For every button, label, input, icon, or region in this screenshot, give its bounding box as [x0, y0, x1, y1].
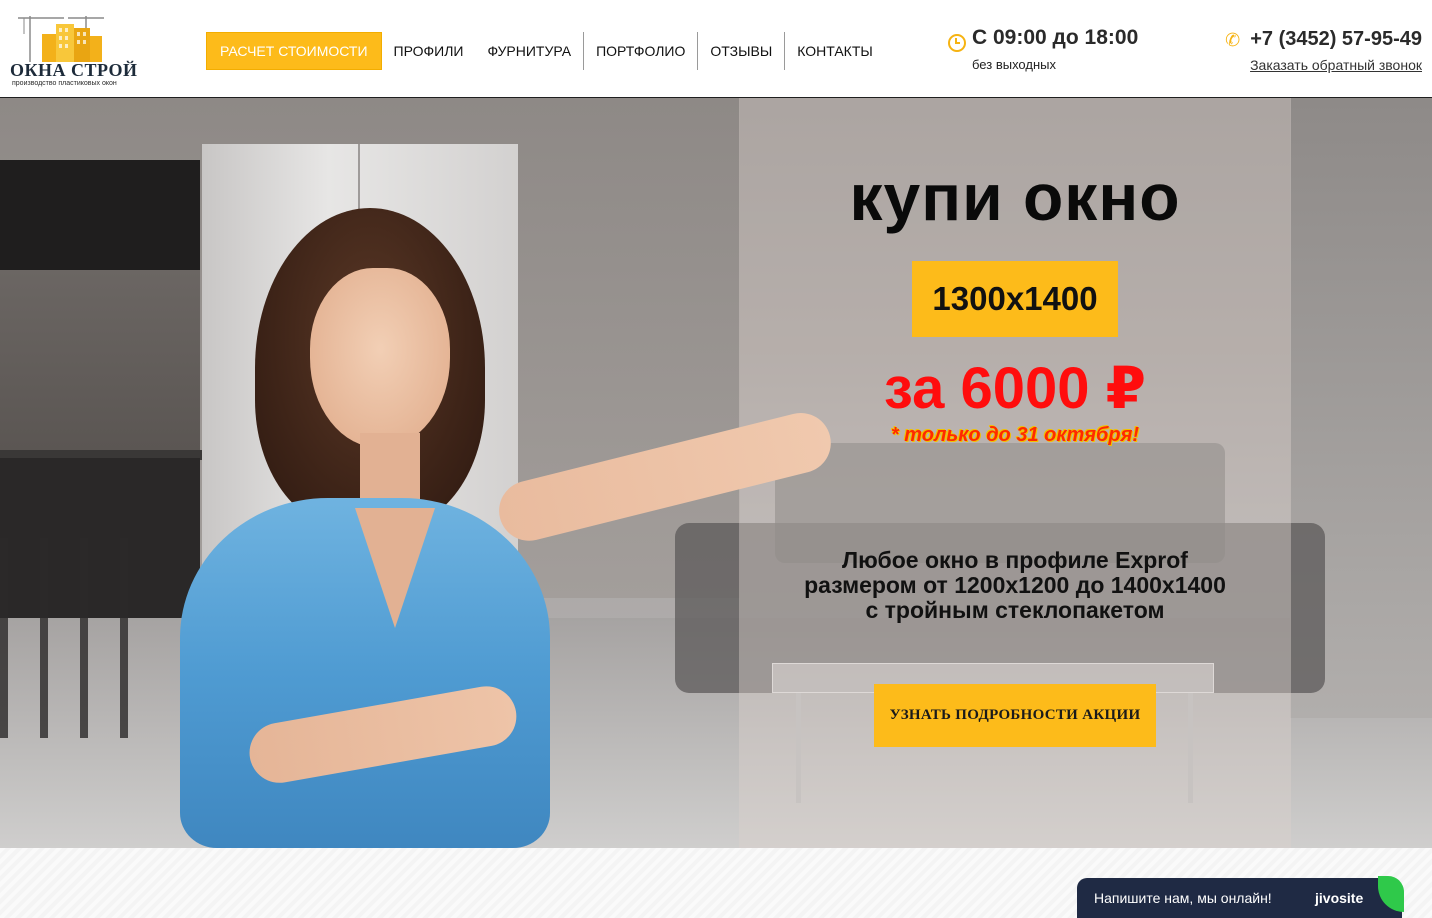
chat-widget[interactable]: Напишите нам, мы онлайн! jivosite: [1077, 876, 1404, 918]
window-size-badge: 1300x1400: [912, 261, 1118, 337]
logo-subtitle: производство пластиковых окон: [12, 80, 117, 87]
chat-prompt[interactable]: Напишите нам, мы онлайн!: [1094, 890, 1272, 906]
hero-banner: купи окно 1300x1400 за 6000 ₽ * только д…: [0, 98, 1432, 848]
nav-item-reviews[interactable]: ОТЗЫВЫ: [697, 32, 784, 70]
background-chair: [0, 538, 150, 738]
hours-sub: без выходных: [972, 57, 1056, 72]
nav-item-profiles[interactable]: ПРОФИЛИ: [382, 32, 476, 70]
callback-link[interactable]: Заказать обратный звонок: [1250, 57, 1422, 73]
logo-building-icon: [18, 16, 104, 62]
promo-description-line: размером от 1200x1200 до 1400x1400: [804, 572, 1226, 598]
hours-main: С 09:00 до 18:00: [972, 26, 1139, 49]
main-nav: РАСЧЕТ СТОИМОСТИ ПРОФИЛИ ФУРНИТУРА ПОРТФ…: [206, 32, 885, 70]
site-header: ОКНА СТРОЙ производство пластиковых окон…: [0, 0, 1432, 98]
hero-model-photo: [140, 208, 840, 848]
promo-description-line: Любое окно в профиле Exprof: [842, 547, 1188, 573]
nav-item-portfolio[interactable]: ПОРТФОЛИО: [583, 32, 697, 70]
logo[interactable]: ОКНА СТРОЙ производство пластиковых окон: [8, 12, 137, 90]
promo-description: Любое окно в профиле Exprof размером от …: [739, 548, 1291, 623]
promo-description-line: с тройным стеклопакетом: [865, 597, 1165, 623]
nav-item-hardware[interactable]: ФУРНИТУРА: [475, 32, 583, 70]
phone-icon: ✆: [1225, 29, 1241, 50]
promo-price: за 6000 ₽: [884, 356, 1146, 421]
logo-title: ОКНА СТРОЙ: [10, 60, 138, 80]
chat-leaf-icon: [1378, 876, 1404, 912]
promo-deadline: * только до 31 октября!: [890, 424, 1140, 446]
nav-item-cost-calculation[interactable]: РАСЧЕТ СТОИМОСТИ: [206, 32, 382, 70]
phone-number[interactable]: +7 (3452) 57-95-49: [1250, 28, 1422, 51]
chat-brand-logo: jivosite: [1315, 890, 1364, 906]
nav-item-contacts[interactable]: КОНТАКТЫ: [784, 32, 885, 70]
clock-icon: [948, 34, 966, 52]
promo-title: купи окно: [849, 160, 1181, 234]
phone-block: ✆ +7 (3452) 57-95-49 Заказать обратный з…: [1222, 28, 1422, 75]
promo-details-button[interactable]: УЗНАТЬ ПОДРОБНОСТИ АКЦИИ: [874, 684, 1156, 747]
